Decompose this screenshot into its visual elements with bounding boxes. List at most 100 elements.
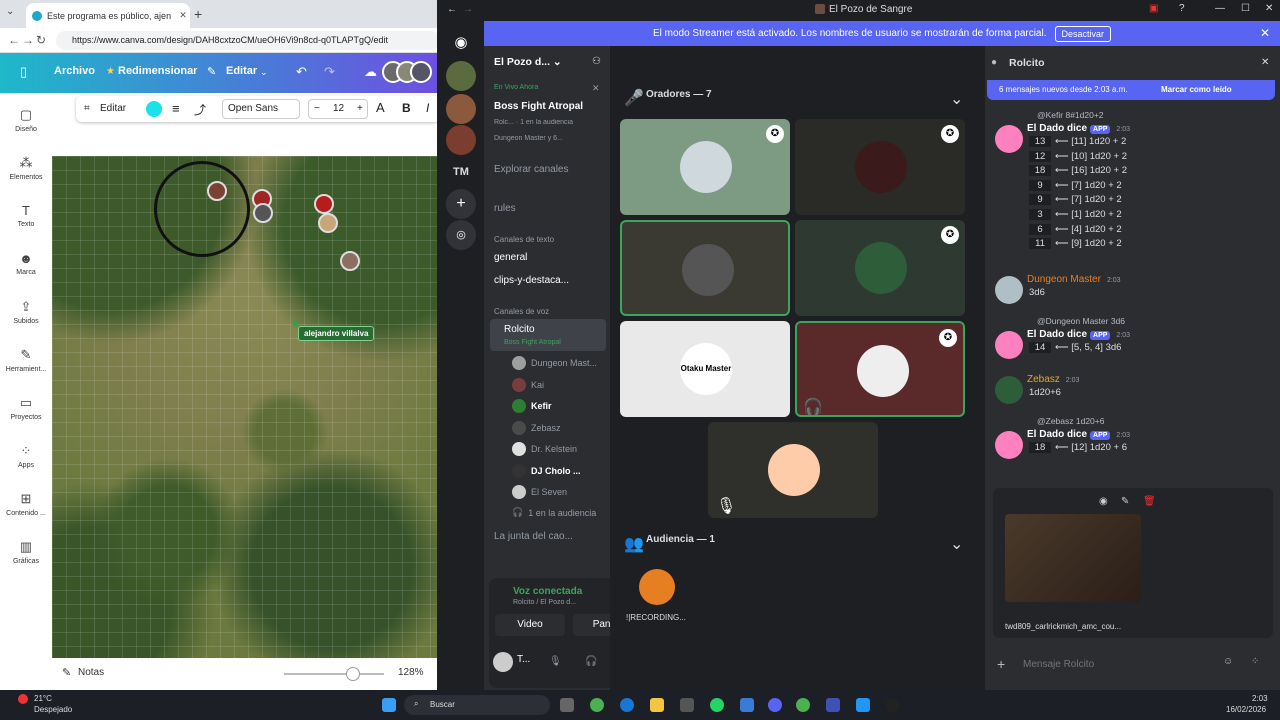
curve-text-icon[interactable]: ⤴ — [194, 101, 206, 118]
close-chat-icon[interactable]: ✕ — [1261, 57, 1269, 68]
server-icon[interactable] — [446, 94, 476, 124]
sidebar-item-6[interactable]: ▭ Proyectos — [0, 395, 52, 421]
sidebar-item-5[interactable]: ✎ Herramient... — [0, 347, 52, 373]
zoom-level[interactable]: 128% — [398, 667, 424, 678]
message-avatar[interactable] — [995, 431, 1023, 459]
store-icon[interactable] — [680, 698, 694, 712]
font-color-icon[interactable]: A — [376, 100, 385, 115]
character-token[interactable] — [207, 181, 227, 201]
close-icon[interactable]: ✕ — [1265, 3, 1273, 14]
message-author[interactable]: Dungeon Master — [1027, 274, 1101, 285]
audience-username[interactable]: !|RECORDING... — [626, 613, 686, 622]
edit-icon[interactable]: ✎ — [1121, 496, 1129, 507]
audience-header[interactable]: Audiencia — 1 — [646, 534, 715, 545]
message-avatar[interactable] — [995, 376, 1023, 404]
sidebar-item-2[interactable]: T Texto — [0, 203, 52, 228]
back-icon[interactable]: ← — [447, 4, 457, 15]
sidebar-item-9[interactable]: ▥ Gráficas — [0, 539, 52, 565]
speaker-tile[interactable]: ✪ — [620, 119, 790, 215]
new-tab-icon[interactable]: + — [194, 6, 202, 22]
live-event-title[interactable]: Boss Fight Atropal — [494, 101, 606, 112]
forward-icon[interactable]: → — [22, 33, 34, 47]
speaker-tile[interactable]: ✪ — [795, 119, 965, 215]
sidebar-item-8[interactable]: ⊞ Contenido ... — [0, 491, 52, 517]
sidebar-item-4[interactable]: ⇪ Subidos — [0, 299, 52, 325]
chrome-icon[interactable] — [590, 698, 604, 712]
voice-user[interactable]: Zebasz — [512, 420, 561, 435]
add-member-icon[interactable]: ⚇ — [592, 56, 601, 67]
mark-read-button[interactable]: Marcar como leído — [1161, 85, 1232, 94]
reply-reference[interactable]: @Zebasz 1d20+6 — [1037, 416, 1104, 426]
character-token[interactable] — [318, 213, 338, 233]
voice-user[interactable]: Dr. Kelstein — [512, 442, 577, 456]
text-channels-header[interactable]: Canales de texto — [494, 235, 606, 244]
server-icon[interactable]: TM — [446, 157, 476, 187]
user-name[interactable]: T... — [517, 654, 530, 665]
collaborator-avatars[interactable] — [382, 59, 432, 87]
notes-button[interactable]: Notas — [78, 667, 104, 678]
add-attachment-icon[interactable]: + — [997, 656, 1005, 672]
inbox-icon[interactable]: ▣ — [1149, 3, 1158, 14]
notes-icon[interactable]: ✎ — [62, 666, 71, 679]
increase-size-button[interactable]: + — [357, 103, 363, 114]
channel-rules[interactable]: rules — [494, 203, 606, 214]
character-token[interactable] — [340, 251, 360, 271]
obs-icon[interactable] — [886, 698, 900, 712]
undo-icon[interactable]: ↶ — [296, 64, 307, 80]
zoom-slider[interactable] — [284, 673, 384, 675]
task-view-icon[interactable] — [560, 698, 574, 712]
reply-reference[interactable]: @Kefir 8#1d20+2 — [1037, 110, 1104, 120]
url-field[interactable]: https://www.canva.com/design/DAH8cxtzoCM… — [56, 31, 440, 50]
browser-tab[interactable]: Este programa es público, ajeno a... ✕ — [26, 3, 190, 28]
maximize-icon[interactable]: ☐ — [1241, 3, 1250, 14]
character-token[interactable] — [314, 194, 334, 214]
delete-icon[interactable]: 🗑 — [1143, 496, 1156, 507]
voice-channels-header[interactable]: Canales de voz — [494, 307, 606, 316]
discord-icon[interactable] — [768, 698, 782, 712]
sidebar-item-1[interactable]: ⁂ Elementos — [0, 155, 52, 181]
voice-user[interactable]: Kefir — [512, 399, 552, 413]
new-messages-bar[interactable]: 6 mensajes nuevos desde 2:03 a.m. Marcar… — [987, 80, 1275, 100]
video-button[interactable]: Video — [495, 614, 565, 636]
character-token[interactable] — [253, 203, 273, 223]
resize-menu[interactable]: Redimensionar — [118, 65, 197, 77]
battle-map-canvas[interactable]: ▲ alejandro villalva — [52, 156, 440, 658]
close-live-icon[interactable]: ✕ — [592, 83, 600, 94]
speakers-header[interactable]: Oradores — 7 — [646, 89, 712, 100]
bold-button[interactable]: B — [402, 101, 411, 115]
speaker-tile[interactable]: ✪ — [795, 220, 965, 316]
attachment-thumbnail[interactable] — [1005, 514, 1141, 602]
preview-icon[interactable]: ◉ — [1099, 496, 1108, 507]
speaker-tile[interactable]: ✪ 🎧 — [795, 321, 965, 417]
alignment-icon[interactable]: ≡ — [172, 101, 180, 116]
message-input[interactable] — [1023, 654, 1213, 674]
explore-channels[interactable]: Explorar canales — [494, 164, 606, 175]
active-voice-channel[interactable]: Rolcito Boss Fight Atropal — [490, 319, 606, 351]
mute-icon[interactable]: 🎙 — [549, 656, 562, 667]
app-icon[interactable] — [740, 698, 754, 712]
close-banner-icon[interactable]: ✕ — [1260, 26, 1270, 40]
speaker-tile[interactable] — [620, 220, 790, 316]
collapse-icon[interactable]: ⌄ — [950, 534, 963, 554]
weather-status[interactable]: Despejado — [34, 705, 72, 714]
explore-icon[interactable]: ◎ — [446, 220, 476, 250]
tab-list-icon[interactable]: ⌄ — [6, 6, 14, 17]
forward-icon[interactable]: → — [463, 4, 473, 15]
app-icon[interactable] — [856, 698, 870, 712]
edit-text-button[interactable]: Editar — [100, 103, 126, 114]
text-color-swatch[interactable] — [146, 101, 162, 117]
channel-clips[interactable]: clips-y-destaca... — [494, 275, 606, 286]
disable-streamer-button[interactable]: Desactivar — [1054, 25, 1112, 42]
voice-user[interactable]: Dungeon Mast... — [512, 356, 597, 370]
message-avatar[interactable] — [995, 331, 1023, 359]
emoji-icon[interactable]: ☺ — [1223, 656, 1233, 667]
sidebar-item-3[interactable]: ☻ Marca — [0, 251, 52, 276]
clock-time[interactable]: 2:03 — [1252, 694, 1268, 703]
deafen-icon[interactable]: 🎧 — [585, 656, 597, 667]
message-avatar[interactable] — [995, 125, 1023, 153]
decrease-size-button[interactable]: − — [314, 103, 320, 114]
edit-menu[interactable]: Editar — [226, 65, 257, 77]
redo-icon[interactable]: ↷ — [324, 64, 335, 80]
discord-home-icon[interactable]: ◉ — [446, 28, 476, 58]
sidebar-item-7[interactable]: ⁘ Apps — [0, 443, 52, 469]
